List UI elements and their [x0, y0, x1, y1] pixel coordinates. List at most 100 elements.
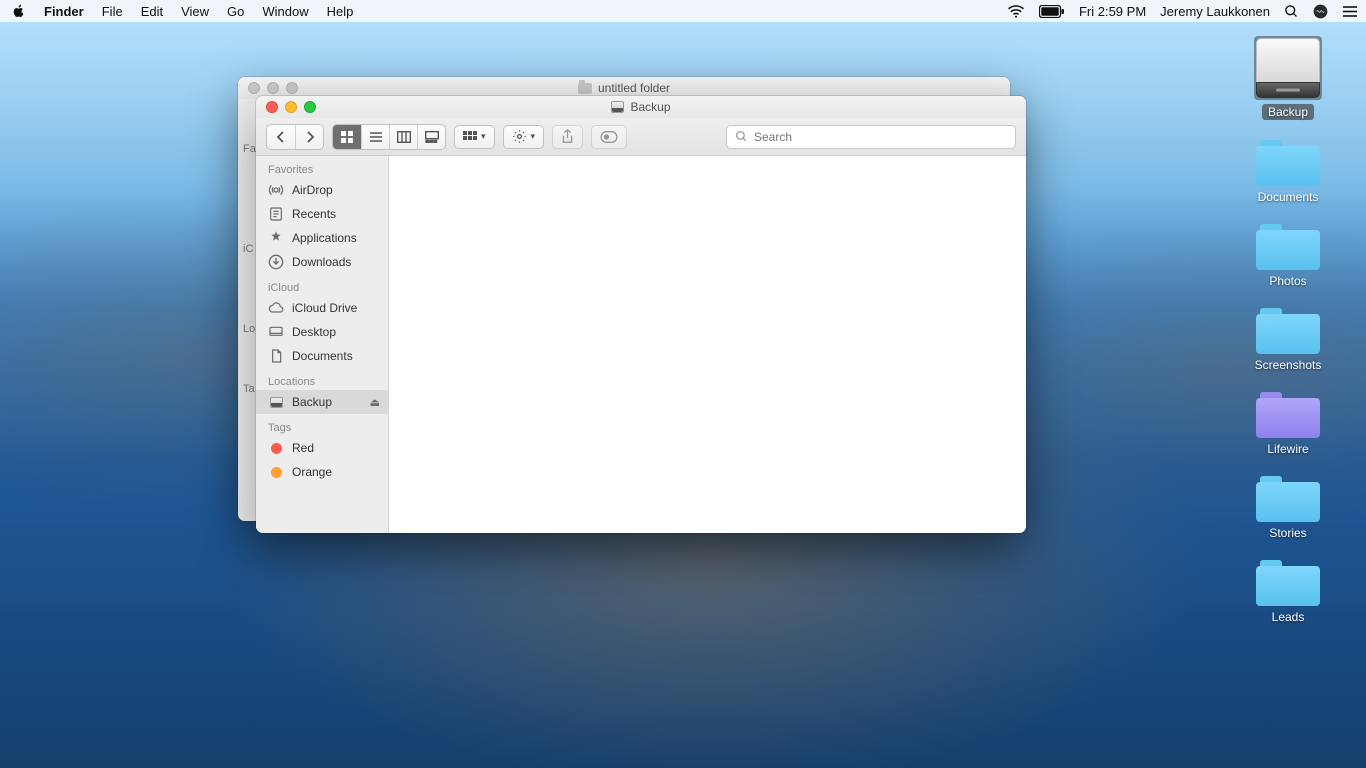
desktop-icon-label: Stories — [1269, 526, 1306, 540]
sidebar-tag-red[interactable]: Red — [256, 436, 388, 460]
nav-back-forward — [266, 124, 324, 150]
view-columns-button[interactable] — [389, 125, 417, 149]
sidebar-section-tags: Tags — [256, 414, 388, 436]
menu-edit[interactable]: Edit — [141, 4, 163, 19]
back-button[interactable] — [267, 125, 295, 149]
drive-icon — [1256, 38, 1320, 98]
apple-menu-icon[interactable] — [12, 4, 26, 18]
folder-icon — [1256, 392, 1320, 438]
menu-user[interactable]: Jeremy Laukkonen — [1160, 4, 1270, 19]
recents-icon — [268, 206, 284, 222]
sidebar-item-desktop[interactable]: Desktop — [256, 320, 388, 344]
sidebar-item-label: Downloads — [292, 255, 351, 269]
desktop-icon-label: Documents — [1258, 190, 1319, 204]
minimize-button[interactable] — [285, 101, 297, 113]
finder-window-backup[interactable]: Backup ▾ ▾ — [256, 96, 1026, 533]
sidebar-item-label: AirDrop — [292, 183, 333, 197]
tag-color-icon — [268, 467, 284, 478]
view-list-button[interactable] — [361, 125, 389, 149]
eject-icon[interactable]: ⏏ — [370, 396, 380, 409]
close-button[interactable] — [248, 82, 260, 94]
sidebar-clipped: Fa iC Lo Ta — [238, 99, 258, 521]
sidebar-item-label: Recents — [292, 207, 336, 221]
sidebar-item-label: Red — [292, 441, 314, 455]
menu-window[interactable]: Window — [262, 4, 308, 19]
sidebar-section-locations: Locations — [256, 368, 388, 390]
menu-go[interactable]: Go — [227, 4, 244, 19]
folder-icon — [1256, 476, 1320, 522]
sidebar-item-applications[interactable]: Applications — [256, 226, 388, 250]
chevron-down-icon: ▾ — [531, 131, 536, 142]
folder-icon — [578, 83, 592, 94]
desktop-icon-backup[interactable]: Backup — [1238, 36, 1338, 120]
toolbar: ▾ ▾ — [256, 118, 1026, 156]
sidebar-item-recents[interactable]: Recents — [256, 202, 388, 226]
view-gallery-button[interactable] — [417, 125, 445, 149]
window-title: untitled folder — [598, 81, 670, 95]
spotlight-icon[interactable] — [1284, 4, 1299, 19]
folder-icon — [1256, 140, 1320, 186]
tag-color-icon — [268, 443, 284, 454]
sidebar-item-label: Orange — [292, 465, 332, 479]
desktop-icon — [268, 324, 284, 340]
sidebar-section-icloud: iCloud — [256, 274, 388, 296]
notification-center-icon[interactable] — [1342, 5, 1358, 18]
desktop-icon-label: Photos — [1269, 274, 1306, 288]
desktop-icon-photos[interactable]: Photos — [1238, 224, 1338, 288]
sidebar-item-airdrop[interactable]: AirDrop — [256, 178, 388, 202]
menu-file[interactable]: File — [102, 4, 123, 19]
desktop-icon-stories[interactable]: Stories — [1238, 476, 1338, 540]
sidebar-item-backup[interactable]: Backup ⏏ — [256, 390, 388, 414]
documents-icon — [268, 348, 284, 364]
sidebar-item-label: Applications — [292, 231, 357, 245]
group-by-button[interactable]: ▾ — [454, 125, 495, 149]
menu-view[interactable]: View — [181, 4, 209, 19]
desktop-icons-area: Backup Documents Photos Screenshots Lifewire… — [1228, 36, 1348, 624]
close-button[interactable] — [266, 101, 278, 113]
desktop-icon-documents[interactable]: Documents — [1238, 140, 1338, 204]
zoom-button[interactable] — [286, 82, 298, 94]
drive-icon — [268, 397, 284, 408]
folder-icon — [1256, 224, 1320, 270]
menu-help[interactable]: Help — [327, 4, 354, 19]
applications-icon — [268, 230, 284, 246]
chevron-down-icon: ▾ — [481, 131, 486, 142]
titlebar[interactable]: Backup — [256, 96, 1026, 118]
desktop-icon-leads[interactable]: Leads — [1238, 560, 1338, 624]
action-menu-button[interactable]: ▾ — [503, 125, 545, 149]
menu-clock[interactable]: Fri 2:59 PM — [1079, 4, 1146, 19]
forward-button[interactable] — [295, 125, 323, 149]
folder-icon — [1256, 560, 1320, 606]
sidebar-item-label: iCloud Drive — [292, 301, 357, 315]
desktop-icon-label: Screenshots — [1255, 358, 1322, 372]
search-field[interactable] — [726, 125, 1016, 149]
minimize-button[interactable] — [267, 82, 279, 94]
sidebar-item-downloads[interactable]: Downloads — [256, 250, 388, 274]
desktop-icon-label: Lifewire — [1267, 442, 1308, 456]
zoom-button[interactable] — [304, 101, 316, 113]
desktop-icon-label: Backup — [1262, 104, 1314, 120]
desktop-icon-lifewire[interactable]: Lifewire — [1238, 392, 1338, 456]
share-button[interactable] — [552, 125, 583, 149]
file-browser-content[interactable] — [389, 156, 1026, 533]
downloads-icon — [268, 254, 284, 270]
search-input[interactable] — [754, 130, 1007, 144]
sidebar-item-label: Documents — [292, 349, 353, 363]
sidebar-item-label: Desktop — [292, 325, 336, 339]
sidebar-item-documents[interactable]: Documents — [256, 344, 388, 368]
sidebar-item-label: Backup — [292, 395, 332, 409]
tags-button[interactable] — [591, 125, 627, 149]
sidebar-section-favorites: Favorites — [256, 156, 388, 178]
menu-app-name[interactable]: Finder — [44, 4, 84, 19]
desktop-icon-screenshots[interactable]: Screenshots — [1238, 308, 1338, 372]
desktop-icon-label: Leads — [1272, 610, 1305, 624]
wifi-icon[interactable] — [1007, 4, 1025, 18]
view-icons-button[interactable] — [333, 125, 361, 149]
folder-icon — [1256, 308, 1320, 354]
battery-icon[interactable] — [1039, 5, 1065, 18]
sidebar-tag-orange[interactable]: Orange — [256, 460, 388, 484]
siri-icon[interactable] — [1313, 4, 1328, 19]
view-switcher — [332, 124, 446, 150]
sidebar-item-icloud-drive[interactable]: iCloud Drive — [256, 296, 388, 320]
sidebar: Favorites AirDrop Recents Applications D… — [256, 156, 389, 533]
